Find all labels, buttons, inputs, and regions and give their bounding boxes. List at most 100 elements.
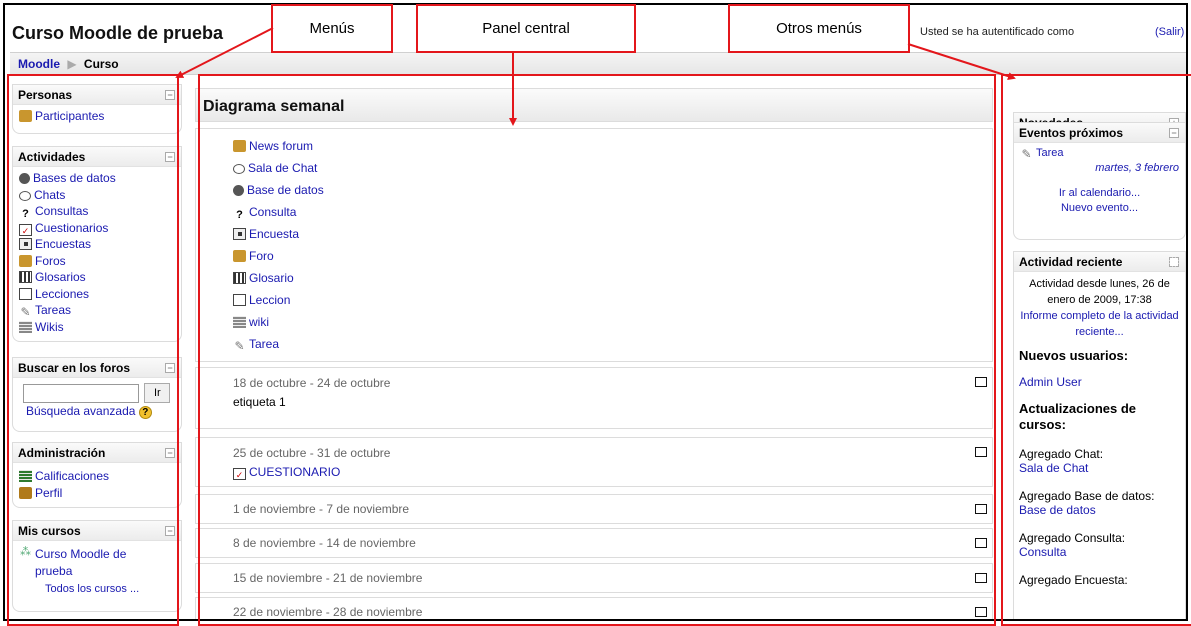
activity-link[interactable]: News forum <box>249 139 313 153</box>
sidebar-item-course[interactable]: ⁂ Curso Moodle de prueba <box>19 546 175 580</box>
sidebar-item-encuestas[interactable]: Encuestas <box>19 236 175 253</box>
block-personas: Personas − Participantes <box>12 84 182 134</box>
activity-link[interactable]: Tarea <box>249 337 279 351</box>
participantes-link[interactable]: Participantes <box>35 109 104 123</box>
activity-item[interactable]: Sala de Chat <box>233 157 955 179</box>
collapse-icon[interactable]: − <box>165 90 175 100</box>
activity-link[interactable]: wiki <box>249 315 269 329</box>
collapse-icon[interactable]: − <box>165 448 175 458</box>
activity-link[interactable]: Glosarios <box>35 270 86 284</box>
sidebar-item-chats[interactable]: Chats <box>19 187 175 204</box>
all-courses-link[interactable]: Todos los cursos ... <box>45 583 139 595</box>
activity-link[interactable]: Consultas <box>35 204 88 218</box>
activity-link[interactable]: Cuestionarios <box>35 221 108 235</box>
block-header: Personas − <box>13 85 181 105</box>
sidebar-item-wikis[interactable]: Wikis <box>19 319 175 336</box>
block-header: Mis cursos − <box>13 521 181 541</box>
activity-item[interactable]: ✎ Tarea <box>233 333 955 355</box>
activity-link[interactable]: Encuesta <box>249 227 299 241</box>
highlight-week-icon[interactable] <box>975 377 987 387</box>
activity-link[interactable]: Leccion <box>249 293 290 307</box>
admin-link[interactable]: Calificaciones <box>35 469 109 483</box>
course-link[interactable]: Curso Moodle de prueba <box>35 546 155 580</box>
sidebar-item-perfil[interactable]: Perfil <box>19 485 175 502</box>
update-item: Agregado Chat: Sala de Chat <box>1019 447 1180 475</box>
event-item[interactable]: ✎ Tarea <box>1020 147 1179 160</box>
full-report-link[interactable]: Informe completo de la actividad recient… <box>1018 308 1181 340</box>
activity-item[interactable]: Glosario <box>233 267 955 289</box>
activity-link[interactable]: Glosario <box>249 271 294 285</box>
event-date[interactable]: martes, 3 febrero <box>1095 162 1179 174</box>
admin-link[interactable]: Perfil <box>35 486 62 500</box>
activity-link[interactable]: CUESTIONARIO <box>249 465 340 479</box>
database-icon <box>19 173 30 184</box>
activity-link[interactable]: Bases de datos <box>33 171 116 185</box>
forum-search-button[interactable]: Ir <box>144 383 171 403</box>
activity-item[interactable]: wiki <box>233 311 955 333</box>
sidebar-item-glosarios[interactable]: Glosarios <box>19 269 175 286</box>
glossary-icon <box>19 271 32 283</box>
lesson-icon <box>19 287 32 300</box>
sidebar-item-cuestionarios[interactable]: ✓ Cuestionarios <box>19 220 175 237</box>
activity-item[interactable]: Leccion <box>233 289 955 311</box>
sidebar-item-consultas[interactable]: ? Consultas <box>19 203 175 220</box>
calendar-link[interactable]: Ir al calendario... <box>1059 187 1140 199</box>
activity-link[interactable]: Tareas <box>35 303 71 317</box>
sidebar-item-foros[interactable]: Foros <box>19 253 175 270</box>
collapse-icon[interactable]: − <box>1169 128 1179 138</box>
block-buscar-foros: Buscar en los foros − Ir Búsqueda avanzad… <box>12 357 182 432</box>
activity-link[interactable]: Foros <box>35 254 66 268</box>
update-link[interactable]: Base de datos <box>1019 503 1180 517</box>
new-event-link[interactable]: Nuevo evento... <box>1061 202 1138 214</box>
profile-icon <box>19 486 32 499</box>
forum-search-input[interactable] <box>23 383 139 403</box>
activity-link[interactable]: Chats <box>34 188 65 202</box>
highlight-week-icon[interactable] <box>975 573 987 583</box>
activity-link[interactable]: Sala de Chat <box>248 161 317 175</box>
week-section: 18 de octubre - 24 de octubre etiqueta 1 <box>195 367 993 429</box>
block-administracion: Administración − Calificaciones Perfil <box>12 442 182 508</box>
sidebar-item-calificaciones[interactable]: Calificaciones <box>19 468 175 485</box>
sidebar-item-tareas[interactable]: ✎ Tareas <box>19 302 175 319</box>
activity-item[interactable]: ? Consulta <box>233 201 955 223</box>
activity-link[interactable]: Encuestas <box>35 237 91 251</box>
activity-item[interactable]: Foro <box>233 245 955 267</box>
page-title: Diagrama semanal <box>195 88 993 122</box>
activity-link[interactable]: Consulta <box>249 205 296 219</box>
activity-link[interactable]: Lecciones <box>35 287 89 301</box>
collapse-icon[interactable]: − <box>165 152 175 162</box>
highlight-week-icon[interactable] <box>975 447 987 457</box>
sidebar-item-lecciones[interactable]: Lecciones <box>19 286 175 303</box>
event-link[interactable]: Tarea <box>1036 147 1064 159</box>
activity-item[interactable]: Encuesta <box>233 223 955 245</box>
new-users-heading: Nuevos usuarios: <box>1019 348 1129 363</box>
highlight-week-icon[interactable] <box>975 504 987 514</box>
activity-link[interactable]: Wikis <box>35 320 64 334</box>
collapse-icon[interactable]: − <box>165 526 175 536</box>
collapse-icon[interactable]: − <box>165 363 175 373</box>
sidebar-item-bases-de-datos[interactable]: Bases de datos <box>19 170 175 187</box>
activity-item[interactable]: ✓ CUESTIONARIO <box>233 464 955 480</box>
block-actividad-reciente: Actividad reciente Actividad desde lunes… <box>1013 251 1186 619</box>
login-info: Usted se ha autentificado como <box>920 26 1075 38</box>
user-link[interactable]: Admin User <box>1019 375 1180 389</box>
course-icon: ⁂ <box>20 546 31 558</box>
highlight-week-icon[interactable] <box>975 607 987 617</box>
highlight-week-icon[interactable] <box>975 538 987 548</box>
activity-link[interactable]: Foro <box>249 249 274 263</box>
forum-icon <box>233 250 246 262</box>
sidebar-item-participantes[interactable]: Participantes <box>19 108 175 125</box>
help-icon[interactable]: ? <box>138 406 152 419</box>
update-link[interactable]: Consulta <box>1019 545 1180 559</box>
logout-link[interactable]: (Salir) <box>1155 26 1184 38</box>
activity-link[interactable]: Base de datos <box>247 183 324 197</box>
breadcrumb-home-link[interactable]: Moodle <box>18 57 60 71</box>
week-dates: 18 de octubre - 24 de octubre <box>233 376 391 390</box>
activity-item[interactable]: Base de datos <box>233 179 955 201</box>
update-link[interactable]: Sala de Chat <box>1019 461 1180 475</box>
dock-icon[interactable] <box>1169 257 1179 267</box>
block-eventos-proximos: Eventos próximos − ✎ Tarea martes, 3 febre… <box>1013 122 1186 240</box>
advanced-search-link[interactable]: Búsqueda avanzada <box>26 404 135 418</box>
assignment-icon: ✎ <box>20 305 31 319</box>
activity-item[interactable]: News forum <box>233 135 955 157</box>
